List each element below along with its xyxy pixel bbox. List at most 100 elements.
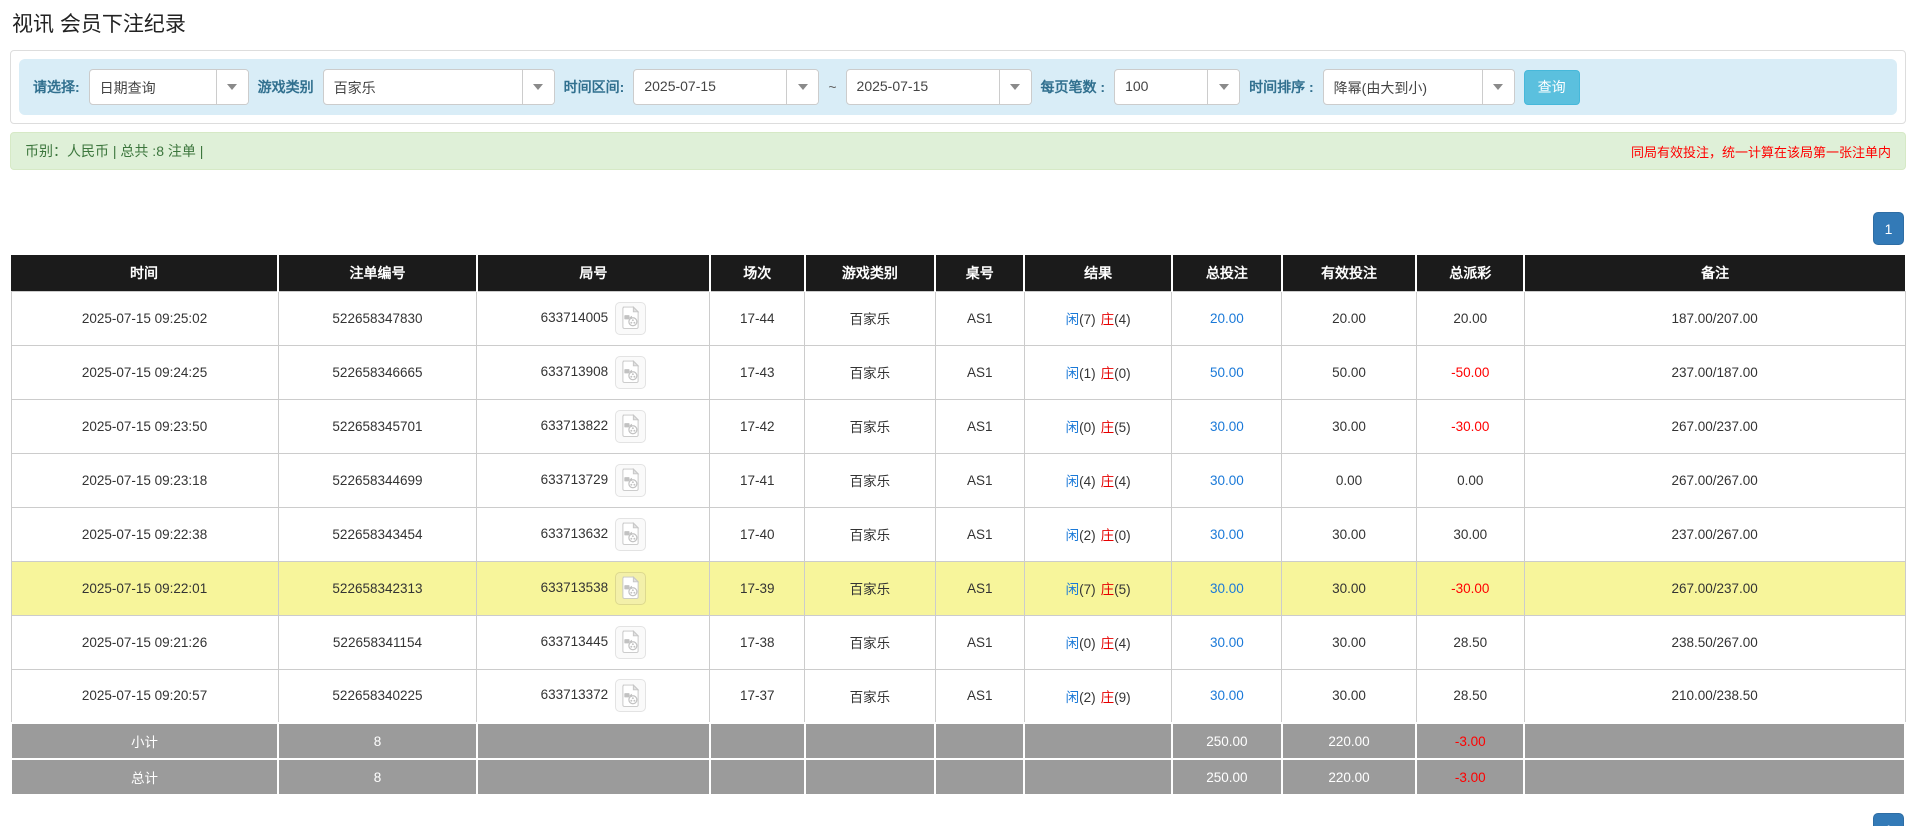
cell-time: 2025-07-15 09:22:38 <box>10 506 279 562</box>
cell-note: 267.00/237.00 <box>1523 398 1906 454</box>
video-replay-button[interactable] <box>615 301 647 335</box>
video-replay-button[interactable] <box>615 625 647 659</box>
total-bet-link[interactable]: 30.00 <box>1210 581 1244 596</box>
cell-session: 17-43 <box>709 344 806 400</box>
total-bet-link[interactable]: 50.00 <box>1210 365 1244 380</box>
cell-session: 17-38 <box>709 614 806 670</box>
video-replay-button[interactable] <box>615 679 647 713</box>
cell-bet-id: 522658346665 <box>277 344 478 400</box>
video-replay-button[interactable] <box>615 517 647 551</box>
cell-payout: 28.50 <box>1415 614 1525 670</box>
cell-time: 2025-07-15 09:23:18 <box>10 452 279 508</box>
game-type-select[interactable]: 百家乐 <box>322 69 555 105</box>
footer-count: 8 <box>277 722 478 760</box>
round-id: 633713538 <box>540 579 609 595</box>
page-title: 视讯 会员下注纪录 <box>12 13 186 36</box>
table-row: 2025-07-15 09:23:18 522658344699 6337137… <box>10 452 1906 508</box>
video-replay-button[interactable] <box>615 463 647 497</box>
cell-total-bet: 30.00 <box>1171 614 1283 670</box>
query-type-select[interactable]: 日期查询 <box>88 69 249 105</box>
total-bet-link[interactable]: 30.00 <box>1210 635 1244 650</box>
cell-time: 2025-07-15 09:20:57 <box>10 668 279 724</box>
cell-total-bet: 30.00 <box>1171 506 1283 562</box>
result-banker-label: 庄 <box>1100 420 1115 435</box>
column-header: 总投注 <box>1171 255 1283 291</box>
cell-session: 17-40 <box>709 506 806 562</box>
footer-count: 8 <box>277 758 478 796</box>
caret-down-icon <box>227 84 238 90</box>
footer-valid-bet: 220.00 <box>1280 722 1418 760</box>
video-replay-button[interactable] <box>615 409 647 443</box>
game-type-dropdown-button[interactable] <box>521 70 554 104</box>
cell-total-bet: 30.00 <box>1171 452 1283 508</box>
total-bet-link[interactable]: 30.00 <box>1210 688 1244 703</box>
per-page-select[interactable]: 100 <box>1114 69 1241 105</box>
cell-result: 闲(0) 庄(5) <box>1023 398 1173 454</box>
cell-time: 2025-07-15 09:25:02 <box>10 290 279 346</box>
date-from-dropdown-button[interactable] <box>786 70 819 104</box>
time-sort-dropdown-button[interactable] <box>1481 70 1514 104</box>
table-row: 2025-07-15 09:25:02 522658347830 6337140… <box>10 290 1906 346</box>
date-to-dropdown-button[interactable] <box>998 70 1031 104</box>
per-page-dropdown-button[interactable] <box>1207 70 1240 104</box>
cell-total-bet: 30.00 <box>1171 398 1283 454</box>
result-player-label: 闲 <box>1065 689 1080 705</box>
total-bet-link[interactable]: 30.00 <box>1210 419 1244 434</box>
footer-empty <box>803 722 937 760</box>
cell-result: 闲(1) 庄(0) <box>1023 344 1173 400</box>
cell-round-id: 633713729 <box>476 452 711 508</box>
column-header: 注单编号 <box>278 255 478 291</box>
filter-panel: 请选择: 日期查询 游戏类别 百家乐 时间区间: 2025-07-15 ~ 20… <box>10 50 1906 124</box>
result-banker-label: 庄 <box>1100 312 1115 327</box>
cell-valid-bet: 30.00 <box>1281 668 1417 724</box>
date-to-select[interactable]: 2025-07-15 <box>845 69 1032 105</box>
table-row: 2025-07-15 09:23:50 522658345701 6337138… <box>10 398 1906 454</box>
cell-note: 210.00/238.50 <box>1523 668 1906 724</box>
date-from-select[interactable]: 2025-07-15 <box>633 69 820 105</box>
table-row: 2025-07-15 09:22:01 522658342313 6337135… <box>10 560 1906 616</box>
video-file-icon <box>622 305 640 329</box>
page-1-button[interactable]: 1 <box>1873 813 1904 826</box>
cell-payout: -50.00 <box>1415 344 1525 400</box>
footer-empty <box>934 722 1026 760</box>
cell-session: 17-41 <box>709 452 806 508</box>
time-range-label: 时间区间: <box>563 79 625 95</box>
result-banker-score: (9) <box>1114 689 1131 705</box>
filter-bar: 请选择: 日期查询 游戏类别 百家乐 时间区间: 2025-07-15 ~ 20… <box>19 59 1897 115</box>
cell-table-no: AS1 <box>934 668 1025 724</box>
footer-empty <box>1523 722 1906 760</box>
table-header-row: 时间 注单编号 局号 场次 游戏类别 桌号 结果 总投注 有效投注 总派彩 备注 <box>11 255 1905 291</box>
cell-round-id: 633713632 <box>476 506 711 562</box>
result-player-label: 闲 <box>1065 420 1080 435</box>
video-replay-button[interactable] <box>615 571 647 605</box>
page-1-button[interactable]: 1 <box>1873 212 1904 245</box>
cell-session: 17-39 <box>709 560 806 616</box>
table-footer: 小计 8 250.00 220.00 -3.00 总计 8 250.00 220… <box>9 722 1906 796</box>
query-type-dropdown-button[interactable] <box>215 70 248 104</box>
cell-valid-bet: 30.00 <box>1281 506 1417 562</box>
cell-time: 2025-07-15 09:24:25 <box>10 344 279 400</box>
time-sort-select[interactable]: 降幂(由大到小) <box>1322 69 1515 105</box>
cell-game-type: 百家乐 <box>804 506 936 562</box>
cell-time: 2025-07-15 09:22:01 <box>10 560 279 616</box>
total-bet-link[interactable]: 30.00 <box>1210 473 1244 488</box>
total-bet-link[interactable]: 20.00 <box>1210 311 1244 326</box>
result-banker-score: (5) <box>1114 420 1131 435</box>
video-file-icon <box>622 521 640 545</box>
cell-game-type: 百家乐 <box>804 668 936 724</box>
video-replay-button[interactable] <box>615 355 647 389</box>
per-page-value: 100 <box>1125 78 1149 94</box>
table-row: 2025-07-15 09:22:38 522658343454 6337136… <box>10 506 1906 562</box>
result-banker-score: (0) <box>1114 528 1131 543</box>
pagination-top: 1 <box>10 212 1906 245</box>
cell-payout: 0.00 <box>1415 452 1525 508</box>
bet-records-table: 时间 注单编号 局号 场次 游戏类别 桌号 结果 总投注 有效投注 总派彩 备注 2025-07-1… <box>9 255 1906 796</box>
cell-bet-id: 522658345701 <box>277 398 478 454</box>
cell-result: 闲(2) 庄(9) <box>1023 668 1173 724</box>
total-bet-link[interactable]: 30.00 <box>1210 527 1244 542</box>
result-banker-score: (4) <box>1114 474 1131 489</box>
result-player-label: 闲 <box>1065 582 1080 597</box>
caret-down-icon <box>797 84 808 90</box>
search-button[interactable]: 查询 <box>1523 69 1580 105</box>
result-banker-label: 庄 <box>1100 528 1115 543</box>
